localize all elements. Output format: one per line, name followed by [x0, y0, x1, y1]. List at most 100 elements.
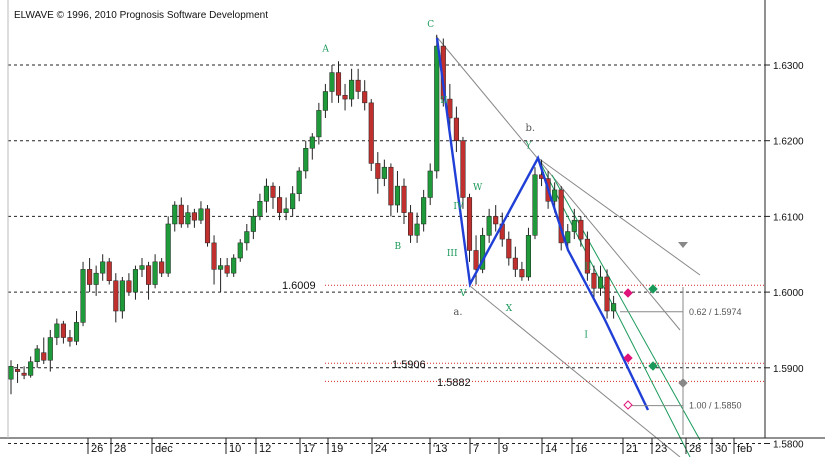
- wave-label: II: [584, 262, 592, 272]
- target-annotation: 0.62 / 1.5974: [689, 307, 742, 317]
- candle-down: [106, 261, 112, 281]
- candle-up: [132, 269, 138, 293]
- candle-up: [257, 201, 263, 217]
- candle-down: [335, 72, 342, 96]
- candle-down: [224, 265, 230, 274]
- candle-up: [571, 219, 577, 232]
- candle-down: [512, 257, 518, 270]
- candle-down: [401, 185, 407, 213]
- x-tick-label: 21: [626, 443, 638, 455]
- candle-up: [381, 166, 387, 179]
- wave-label: II: [440, 96, 448, 106]
- candle-down: [15, 369, 21, 372]
- price-chart-svg: 1.6009 1.5906 1.5882 0.62 / 1.5974 1.00 / 1…: [0, 0, 825, 458]
- candle-up: [244, 231, 250, 244]
- candle-down: [146, 265, 152, 285]
- y-tick-label: 1.6300: [773, 61, 804, 72]
- candle-down: [375, 163, 381, 179]
- candle-up: [414, 223, 420, 236]
- candle-down: [493, 216, 499, 225]
- candle-up: [231, 257, 237, 274]
- candle-down: [506, 238, 512, 259]
- candle-up: [237, 242, 243, 259]
- candle-down: [21, 372, 27, 376]
- x-tick-label: 12: [259, 443, 271, 455]
- x-tick-label: 30: [715, 443, 727, 455]
- candle-down: [204, 208, 211, 244]
- candle-up: [47, 337, 53, 361]
- support-level-label: 1.5882: [437, 377, 471, 389]
- candle-down: [466, 197, 473, 251]
- y-tick-label: 1.5900: [773, 364, 804, 375]
- y-tick-label: 1.6200: [773, 137, 804, 148]
- x-tick-label: 14: [545, 443, 557, 455]
- candle-down: [67, 337, 73, 342]
- x-tick-label: 24: [375, 443, 387, 455]
- candle-up: [198, 208, 204, 221]
- x-tick-label: 28: [689, 443, 701, 455]
- wave-label: X: [506, 304, 513, 314]
- candle-down: [277, 197, 283, 213]
- candle-down: [362, 91, 368, 104]
- candle-down: [591, 272, 597, 289]
- candle-up: [185, 212, 191, 225]
- wave-label: V: [459, 289, 467, 299]
- x-tick-label: 17: [303, 443, 315, 455]
- candle-down: [368, 102, 374, 164]
- candle-up: [316, 110, 322, 138]
- candle-up: [322, 91, 328, 111]
- candle-up: [119, 280, 125, 312]
- candle-up: [309, 136, 315, 149]
- candle-up: [290, 193, 296, 210]
- candle-down: [87, 269, 93, 285]
- candle-up: [152, 261, 158, 285]
- candle-down: [159, 261, 165, 274]
- candle-down: [211, 242, 217, 270]
- candle-up: [434, 45, 440, 172]
- candle-up: [394, 185, 400, 206]
- candle-down: [126, 280, 132, 293]
- candle-down: [388, 166, 394, 206]
- candle-up: [421, 197, 427, 225]
- candle-up: [349, 79, 355, 100]
- candle-down: [113, 280, 119, 312]
- candle-down: [460, 140, 466, 198]
- wave-label: I: [584, 331, 588, 341]
- elwave-chart: 1.6009 1.5906 1.5882 0.62 / 1.5974 1.00 / 1…: [0, 0, 825, 458]
- x-tick-label: 16: [575, 443, 587, 455]
- candle-down: [342, 95, 348, 100]
- x-tick-label: 28: [114, 443, 126, 455]
- x-tick-label: feb: [737, 443, 752, 455]
- candle-up: [28, 361, 34, 376]
- x-tick-label: 23: [655, 443, 667, 455]
- y-tick-label: 1.6100: [773, 212, 804, 223]
- wave-label: IV: [453, 202, 464, 212]
- wave-label: W: [473, 183, 483, 193]
- candle-up: [597, 276, 604, 289]
- candle-up: [263, 185, 269, 202]
- watermark: ELWAVE © 1996, 2010 Prognosis Software D…: [14, 10, 268, 21]
- support-level-label: 1.6009: [282, 280, 316, 292]
- support-level-label: 1.5906: [392, 359, 426, 371]
- target-annotation: 1.00 / 1.5850: [689, 401, 742, 411]
- candle-down: [355, 79, 361, 92]
- candle-down: [191, 212, 197, 221]
- candle-up: [139, 265, 145, 270]
- candle-down: [178, 204, 184, 225]
- candle-up: [296, 170, 302, 194]
- candle-up: [303, 148, 309, 172]
- candle-down: [270, 185, 276, 198]
- wave-label: b.: [525, 123, 535, 134]
- candle-up: [329, 72, 335, 92]
- candle-up: [8, 366, 14, 380]
- x-tick-label: 19: [331, 443, 343, 455]
- candle-down: [578, 219, 584, 240]
- x-tick-label: dec: [155, 443, 173, 455]
- candle-up: [611, 303, 617, 312]
- candle-up: [552, 189, 558, 202]
- candle-up: [486, 216, 492, 236]
- candle-down: [604, 276, 610, 312]
- x-tick-label: 26: [91, 443, 103, 455]
- candle-up: [73, 322, 80, 342]
- candle-up: [80, 269, 86, 323]
